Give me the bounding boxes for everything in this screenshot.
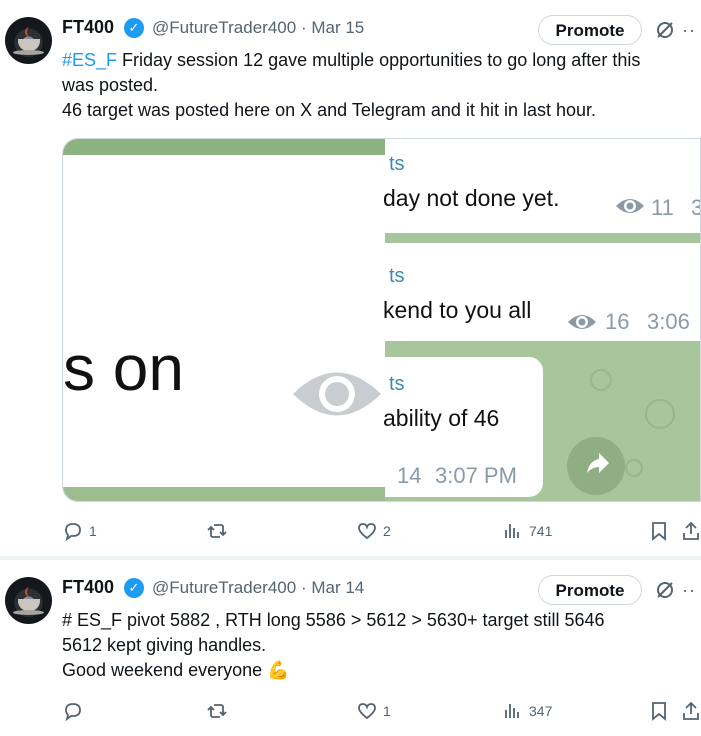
view-count: 16 — [605, 309, 630, 334]
zoomed-text: s on — [63, 332, 184, 404]
message-sender: ts — [389, 373, 405, 395]
avatar[interactable] — [5, 577, 52, 624]
tweet-text-line: 5612 kept giving handles. — [62, 635, 267, 655]
view-count: 347 — [529, 703, 553, 719]
green-band — [63, 487, 385, 501]
steam-shape — [25, 587, 35, 597]
avatar[interactable] — [5, 17, 52, 64]
tweet-text-line: Friday session 12 gave multiple opportun… — [117, 50, 641, 70]
tweet-text-line: # ES_F pivot 5882 , RTH long 5586 > 5612… — [62, 610, 605, 630]
promote-button[interactable]: Promote — [538, 15, 642, 45]
author-name[interactable]: FT400 — [62, 17, 114, 38]
tweet-actions: 1 2 741 — [62, 520, 701, 544]
doodle-shape — [590, 369, 612, 391]
share-forward-button[interactable] — [567, 437, 625, 495]
tweet-text-line: was posted. — [62, 75, 159, 95]
hashtag-link[interactable]: #ES_F — [62, 50, 117, 70]
view-count: 741 — [529, 523, 553, 539]
message-sender: ts — [389, 153, 405, 175]
author-handle-date[interactable]: @FutureTrader400 · Mar 15 — [152, 18, 364, 38]
message-time: 3:06 — [647, 309, 690, 334]
like-button[interactable]: 1 — [356, 700, 391, 722]
heart-icon — [358, 523, 376, 540]
message-time: 3 — [691, 195, 700, 221]
eye-icon — [568, 315, 596, 329]
green-band — [63, 139, 385, 155]
more-options-icon[interactable]: ·· — [682, 20, 696, 41]
forward-arrow-icon — [587, 453, 609, 473]
message-text: day not done yet. — [383, 185, 560, 211]
author-handle-date[interactable]: @FutureTrader400 · Mar 14 — [152, 578, 364, 598]
verified-badge-icon[interactable]: ✓ — [124, 578, 144, 598]
media-image-left[interactable]: s on — [63, 139, 385, 501]
message-text: kend to you all — [383, 297, 532, 323]
author-name[interactable]: FT400 — [62, 577, 114, 598]
reply-count: 1 — [89, 523, 97, 539]
doodle-shape — [625, 459, 643, 477]
bookmark-button[interactable] — [648, 520, 670, 542]
verified-badge-icon[interactable]: ✓ — [124, 18, 144, 38]
share-icon — [683, 701, 699, 720]
tweet-text: # ES_F pivot 5882 , RTH long 5586 > 5612… — [62, 608, 692, 683]
eye-icon — [293, 372, 381, 416]
reply-button[interactable] — [62, 700, 89, 722]
bookmark-icon — [652, 702, 666, 721]
repost-icon — [207, 704, 227, 718]
tweet-media[interactable]: s on ts day not done yet. 11 3 — [62, 138, 701, 502]
tweet-text: #ES_F Friday session 12 gave multiple op… — [62, 48, 692, 123]
message-text: ability of 46 — [383, 405, 500, 431]
tweet-date[interactable]: Mar 14 — [311, 578, 364, 597]
saucer-shape — [13, 610, 44, 615]
like-button[interactable]: 2 — [356, 520, 391, 542]
flexed-biceps-emoji: 💪 — [267, 660, 290, 680]
analytics-icon — [505, 524, 519, 538]
message-bubble: ts kend to you all 16 3:06 — [383, 243, 700, 341]
saucer-shape — [13, 50, 44, 55]
reply-button[interactable]: 1 — [62, 520, 97, 542]
dot-separator: · — [300, 18, 312, 37]
repost-button[interactable] — [206, 520, 233, 542]
doodle-shape — [645, 399, 675, 429]
tweet-actions: 1 347 — [62, 700, 701, 724]
author-handle[interactable]: @FutureTrader400 — [152, 18, 296, 37]
message-bubble: ts ability of 46 14 3:07 PM — [383, 357, 543, 497]
heart-icon — [358, 703, 376, 720]
bookmark-button[interactable] — [648, 700, 670, 722]
like-count: 1 — [383, 703, 391, 719]
message-time: 3:07 PM — [435, 463, 517, 488]
repost-icon — [207, 524, 227, 538]
reply-icon — [65, 523, 81, 542]
view-count: 11 — [651, 195, 674, 220]
promote-button[interactable]: Promote — [538, 575, 642, 605]
share-icon — [683, 521, 699, 540]
message-bubble: ts day not done yet. 11 3 — [383, 139, 700, 233]
views-button[interactable]: 347 — [502, 700, 552, 722]
dot-separator: · — [300, 578, 312, 597]
reply-icon — [65, 703, 81, 722]
tweet-date[interactable]: Mar 15 — [311, 18, 364, 37]
views-button[interactable]: 741 — [502, 520, 552, 542]
tweet-text-line: 46 target was posted here on X and Teleg… — [62, 100, 597, 120]
message-sender: ts — [389, 265, 405, 287]
steam-shape — [25, 27, 35, 37]
share-button[interactable] — [680, 700, 701, 722]
tweet-text-line: Good weekend everyone — [62, 660, 263, 680]
like-count: 2 — [383, 523, 391, 539]
tweet[interactable]: FT400 ✓ @FutureTrader400 · Mar 15 Promot… — [0, 0, 701, 556]
share-button[interactable] — [680, 520, 701, 542]
author-handle[interactable]: @FutureTrader400 — [152, 578, 296, 597]
grok-icon[interactable] — [655, 580, 675, 600]
media-image-right[interactable]: ts day not done yet. 11 3 ts kend to you… — [383, 139, 700, 501]
repost-button[interactable] — [206, 700, 233, 722]
view-count: 14 — [397, 463, 422, 488]
more-options-icon[interactable]: ·· — [682, 580, 696, 601]
grok-icon[interactable] — [655, 20, 675, 40]
bookmark-icon — [652, 522, 666, 541]
analytics-icon — [505, 704, 519, 718]
tweet[interactable]: FT400 ✓ @FutureTrader400 · Mar 14 Promot… — [0, 560, 701, 736]
eye-icon — [616, 199, 644, 213]
